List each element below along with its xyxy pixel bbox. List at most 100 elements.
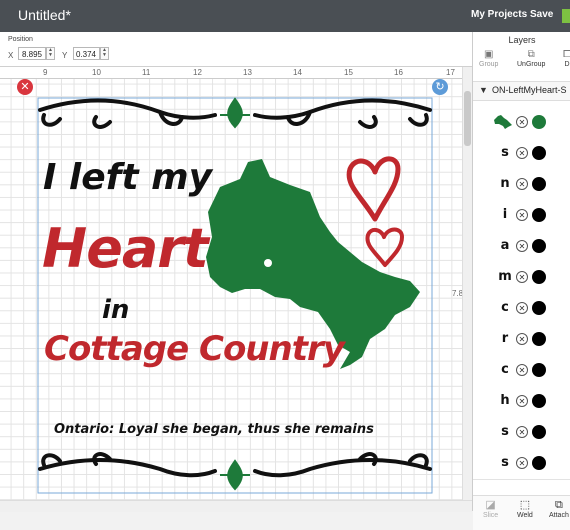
group-icon: ▣ (484, 49, 494, 60)
duplicate-icon: ⧠ (563, 49, 570, 60)
caret-down-icon[interactable]: ▼ (479, 85, 488, 95)
x-stepper[interactable]: ▲ ▼ (46, 47, 55, 60)
color-swatch[interactable] (532, 115, 546, 129)
layer-row[interactable]: s ✕ (473, 138, 570, 170)
ontario-map-icon (494, 115, 512, 129)
layer-row[interactable]: r ✕ (473, 324, 570, 356)
cut-icon[interactable]: ✕ (516, 147, 528, 159)
cut-icon[interactable]: ✕ (516, 116, 528, 128)
layer-thumbnail: i (502, 207, 508, 222)
layer-thumbnail: h (500, 393, 510, 408)
edit-toolbar: Position X 8.895 ▲ ▼ Y 0.374 ▲ ▼ (0, 32, 472, 67)
color-swatch[interactable] (532, 456, 546, 470)
heart-large (346, 156, 401, 222)
layer-row[interactable]: n ✕ (473, 169, 570, 201)
color-swatch[interactable] (532, 301, 546, 315)
y-label: Y (62, 51, 68, 60)
design-canvas[interactable]: I left my Heart in Cottage Country Ontar… (0, 67, 462, 500)
layer-row[interactable]: m ✕ (473, 262, 570, 294)
layer-thumbnail: s (501, 145, 509, 160)
layer-thumbnail: m (498, 269, 512, 284)
attach-button[interactable]: ⧉ Attach (549, 499, 569, 519)
layer-thumbnail: c (501, 362, 509, 377)
layer-row[interactable]: s ✕ (473, 448, 570, 480)
attach-icon: ⧉ (555, 499, 563, 511)
layer-thumbnail: s (501, 424, 509, 439)
cut-icon[interactable]: ✕ (516, 364, 528, 376)
horizontal-scrollbar[interactable] (0, 500, 472, 512)
layer-row[interactable]: s ✕ (473, 417, 570, 449)
save-button[interactable]: Save (530, 9, 553, 20)
line-heart[interactable]: Heart (42, 217, 209, 280)
layer-actions-bar: ◪ Slice ⬚ Weld ⧉ Attach (473, 495, 570, 530)
slice-icon: ◪ (485, 499, 496, 511)
ruler-tick: 11 (142, 68, 151, 77)
weld-button[interactable]: ⬚ Weld (517, 499, 533, 519)
layer-thumbnail: s (501, 455, 509, 470)
layer-row[interactable]: ✕ (473, 107, 570, 139)
my-projects-link[interactable]: My Projects (471, 9, 527, 20)
layer-group-row[interactable]: ▼ ON-LeftMyHeart-S (473, 81, 570, 101)
color-swatch[interactable] (532, 239, 546, 253)
layer-thumbnail: a (500, 238, 510, 253)
weld-icon: ⬚ (519, 499, 531, 511)
make-it-button[interactable] (562, 9, 570, 23)
layer-row[interactable]: i ✕ (473, 200, 570, 232)
line-i-left-my[interactable]: I left my (43, 157, 212, 198)
color-swatch[interactable] (532, 208, 546, 222)
cut-icon[interactable]: ✕ (516, 395, 528, 407)
color-swatch[interactable] (532, 363, 546, 377)
color-swatch[interactable] (532, 394, 546, 408)
color-swatch[interactable] (532, 425, 546, 439)
top-leaf (220, 97, 250, 129)
group-button[interactable]: ▣ Group (479, 49, 498, 68)
color-swatch[interactable] (532, 177, 546, 191)
map-lake (264, 259, 272, 267)
slice-button[interactable]: ◪ Slice (483, 499, 498, 519)
color-swatch[interactable] (532, 332, 546, 346)
ruler-top: 9 10 11 12 13 14 15 16 17 (0, 67, 462, 79)
layer-thumbnail: c (501, 300, 509, 315)
delete-handle[interactable]: ✕ (17, 79, 33, 95)
line-in[interactable]: in (102, 295, 129, 325)
cut-icon[interactable]: ✕ (516, 178, 528, 190)
ruler-tick: 9 (43, 68, 48, 77)
x-label: X (8, 51, 14, 60)
layer-row[interactable]: c ✕ (473, 355, 570, 387)
cut-icon[interactable]: ✕ (516, 302, 528, 314)
color-swatch[interactable] (532, 146, 546, 160)
layer-row[interactable]: c ✕ (473, 293, 570, 325)
y-position-input[interactable]: 0.374 (73, 47, 100, 60)
rotate-handle[interactable]: ↻ (432, 79, 448, 95)
layers-panel: Layers ▣ Group ⧉ UnGroup ⧠ D ▼ ON-LeftMyHea… (472, 32, 570, 530)
layer-thumbnail: r (501, 331, 509, 346)
position-label: Position (8, 36, 33, 43)
x-position-input[interactable]: 8.895 (18, 47, 46, 60)
ruler-tick: 10 (92, 68, 101, 77)
ruler-tick: 16 (394, 68, 403, 77)
ungroup-icon: ⧉ (527, 49, 535, 60)
heart-small (365, 227, 404, 267)
group-name: ON-LeftMyHeart-S (492, 85, 567, 95)
cut-icon[interactable]: ✕ (516, 209, 528, 221)
cut-icon[interactable]: ✕ (516, 333, 528, 345)
ungroup-button[interactable]: ⧉ UnGroup (517, 49, 545, 68)
ruler-tick: 12 (193, 68, 202, 77)
scroll-thumb[interactable] (464, 91, 471, 146)
line-cottage-country[interactable]: Cottage Country (44, 329, 345, 369)
tagline[interactable]: Ontario: Loyal she began, thus she remai… (54, 422, 374, 437)
cut-icon[interactable]: ✕ (516, 457, 528, 469)
color-swatch[interactable] (532, 270, 546, 284)
cut-icon[interactable]: ✕ (516, 240, 528, 252)
cut-icon[interactable]: ✕ (516, 271, 528, 283)
document-title: Untitled* (18, 7, 71, 23)
layer-row[interactable]: a ✕ (473, 231, 570, 263)
bottom-leaf (220, 459, 250, 491)
ruler-tick: 15 (344, 68, 353, 77)
y-stepper[interactable]: ▲ ▼ (100, 47, 109, 60)
layer-thumbnail: n (500, 176, 510, 191)
layers-title: Layers (508, 35, 536, 45)
cut-icon[interactable]: ✕ (516, 426, 528, 438)
duplicate-button[interactable]: ⧠ D (563, 49, 570, 68)
layer-row[interactable]: h ✕ (473, 386, 570, 418)
